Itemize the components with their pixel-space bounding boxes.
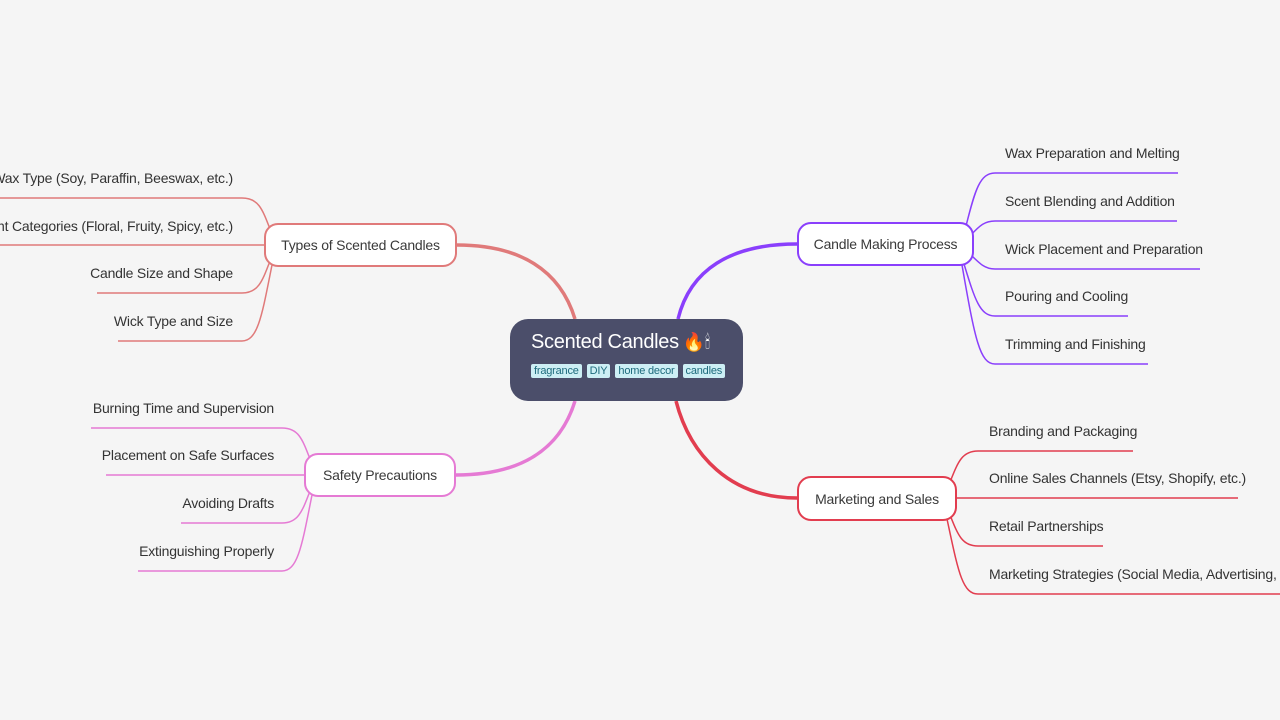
leaf-safety[interactable]: Extinguishing Properly — [139, 543, 274, 559]
leaf-types[interactable]: Candle Size and Shape — [90, 265, 233, 281]
branch-node-marketing[interactable]: Marketing and Sales — [797, 476, 957, 521]
leaf-safety[interactable]: Placement on Safe Surfaces — [102, 447, 274, 463]
leaf-types[interactable]: Wax Type (Soy, Paraffin, Beeswax, etc.) — [0, 170, 233, 186]
root-node[interactable]: Scented Candles 🔥🕯 fragrance DIY home de… — [510, 319, 743, 401]
link-root-making — [676, 242, 798, 320]
tag[interactable]: home decor — [615, 364, 678, 378]
leaf-types[interactable]: Wick Type and Size — [114, 313, 233, 329]
leaf-making[interactable]: Scent Blending and Addition — [1005, 193, 1175, 209]
branch-node-making[interactable]: Candle Making Process — [797, 222, 974, 266]
leaf-safety[interactable]: Burning Time and Supervision — [93, 400, 274, 416]
tag[interactable]: DIY — [586, 364, 611, 378]
leaf-safety[interactable]: Avoiding Drafts — [182, 495, 274, 511]
branch-node-safety[interactable]: Safety Precautions — [304, 453, 456, 497]
link-root-marketing — [674, 400, 798, 500]
leaf-marketing[interactable]: Marketing Strategies (Social Media, Adve… — [989, 566, 1280, 582]
link-root-safety — [455, 400, 577, 477]
root-title-text: Scented Candles — [531, 331, 679, 353]
branch-node-types[interactable]: Types of Scented Candles — [264, 223, 457, 267]
leaf-making[interactable]: Pouring and Cooling — [1005, 288, 1128, 304]
leaf-marketing[interactable]: Online Sales Channels (Etsy, Shopify, et… — [989, 470, 1246, 486]
link-root-types — [456, 243, 577, 320]
leaf-making[interactable]: Trimming and Finishing — [1005, 336, 1146, 352]
leaf-types[interactable]: Scent Categories (Floral, Fruity, Spicy,… — [0, 218, 233, 234]
leaf-marketing[interactable]: Branding and Packaging — [989, 423, 1137, 439]
leaf-making[interactable]: Wax Preparation and Melting — [1005, 145, 1180, 161]
root-tags: fragrance DIY home decor candles — [531, 364, 743, 378]
link-making-1 — [969, 220, 1177, 237]
leaf-making[interactable]: Wick Placement and Preparation — [1005, 241, 1203, 257]
leaf-marketing[interactable]: Retail Partnerships — [989, 518, 1104, 534]
tag[interactable]: candles — [682, 364, 726, 378]
tag[interactable]: fragrance — [531, 364, 582, 378]
fire-candle-icon: 🔥🕯 — [682, 332, 710, 352]
root-title: Scented Candles 🔥🕯 — [531, 331, 743, 354]
